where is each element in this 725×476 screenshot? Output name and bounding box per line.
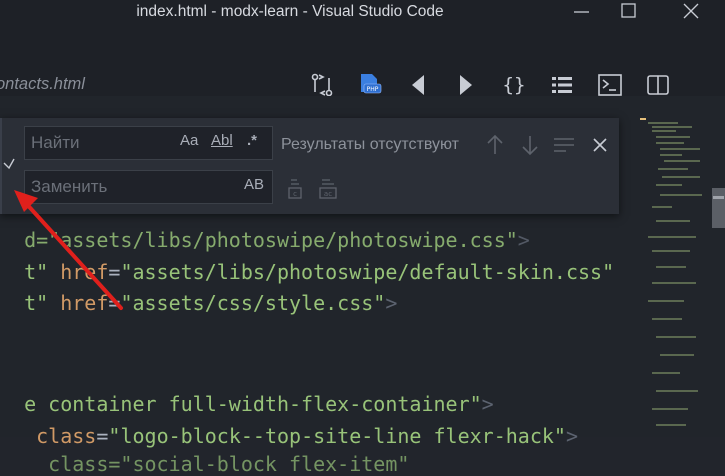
svg-text:PHP: PHP: [367, 86, 379, 93]
match-case-toggle[interactable]: Aa: [180, 132, 198, 154]
code-line: t" href="assets/css/style.css">: [24, 291, 398, 315]
replace-placeholder: Заменить: [31, 177, 108, 196]
find-placeholder: Найти: [31, 133, 80, 152]
terminal-icon[interactable]: [597, 72, 623, 98]
title-bar: index.html - modx-learn - Visual Studio …: [0, 0, 725, 24]
next-match-icon[interactable]: [520, 134, 540, 156]
regex-toggle[interactable]: .*: [247, 132, 257, 154]
svg-text:c: c: [293, 190, 297, 198]
list-icon[interactable]: [549, 72, 575, 98]
tab-contacts[interactable]: ontacts.html: [0, 75, 85, 94]
replace-input[interactable]: Заменить AB: [24, 170, 273, 204]
replace-all-icon[interactable]: ac: [316, 178, 340, 200]
whole-word-toggle[interactable]: Abl: [211, 132, 233, 154]
compare-changes-icon[interactable]: [309, 72, 335, 98]
find-in-selection-icon[interactable]: [552, 135, 576, 155]
close-find-icon[interactable]: [590, 135, 610, 155]
previous-icon[interactable]: [405, 72, 431, 98]
svg-text:{}: {}: [503, 74, 526, 96]
find-input[interactable]: Найти Aa Abl .*: [24, 126, 273, 160]
scrollbar-marker: [713, 196, 724, 199]
php-icon[interactable]: PHP: [357, 72, 383, 98]
tab-bar: ontacts.html PHP {}: [0, 24, 725, 98]
find-replace-widget: Найти Aa Abl .* Результаты отсутствуют З…: [0, 118, 619, 214]
split-editor-icon[interactable]: [645, 72, 671, 98]
code-line-partial: class="social-block flex-item": [24, 452, 410, 476]
minimize-button[interactable]: [559, 0, 605, 24]
scrollbar-thumb[interactable]: [712, 188, 725, 228]
replace-one-icon[interactable]: c: [285, 178, 305, 200]
close-window-button[interactable]: [668, 0, 714, 24]
toggle-replace-button[interactable]: [2, 118, 20, 214]
next-icon[interactable]: [453, 72, 479, 98]
window-title: index.html - modx-learn - Visual Studio …: [136, 3, 444, 20]
braces-icon[interactable]: {}: [501, 72, 527, 98]
preserve-case-toggle[interactable]: AB: [244, 176, 264, 198]
svg-text:ac: ac: [324, 190, 332, 198]
maximize-button[interactable]: [605, 0, 651, 24]
previous-match-icon[interactable]: [485, 134, 505, 156]
results-status: Результаты отсутствуют: [281, 136, 460, 153]
minimap[interactable]: [638, 110, 716, 437]
